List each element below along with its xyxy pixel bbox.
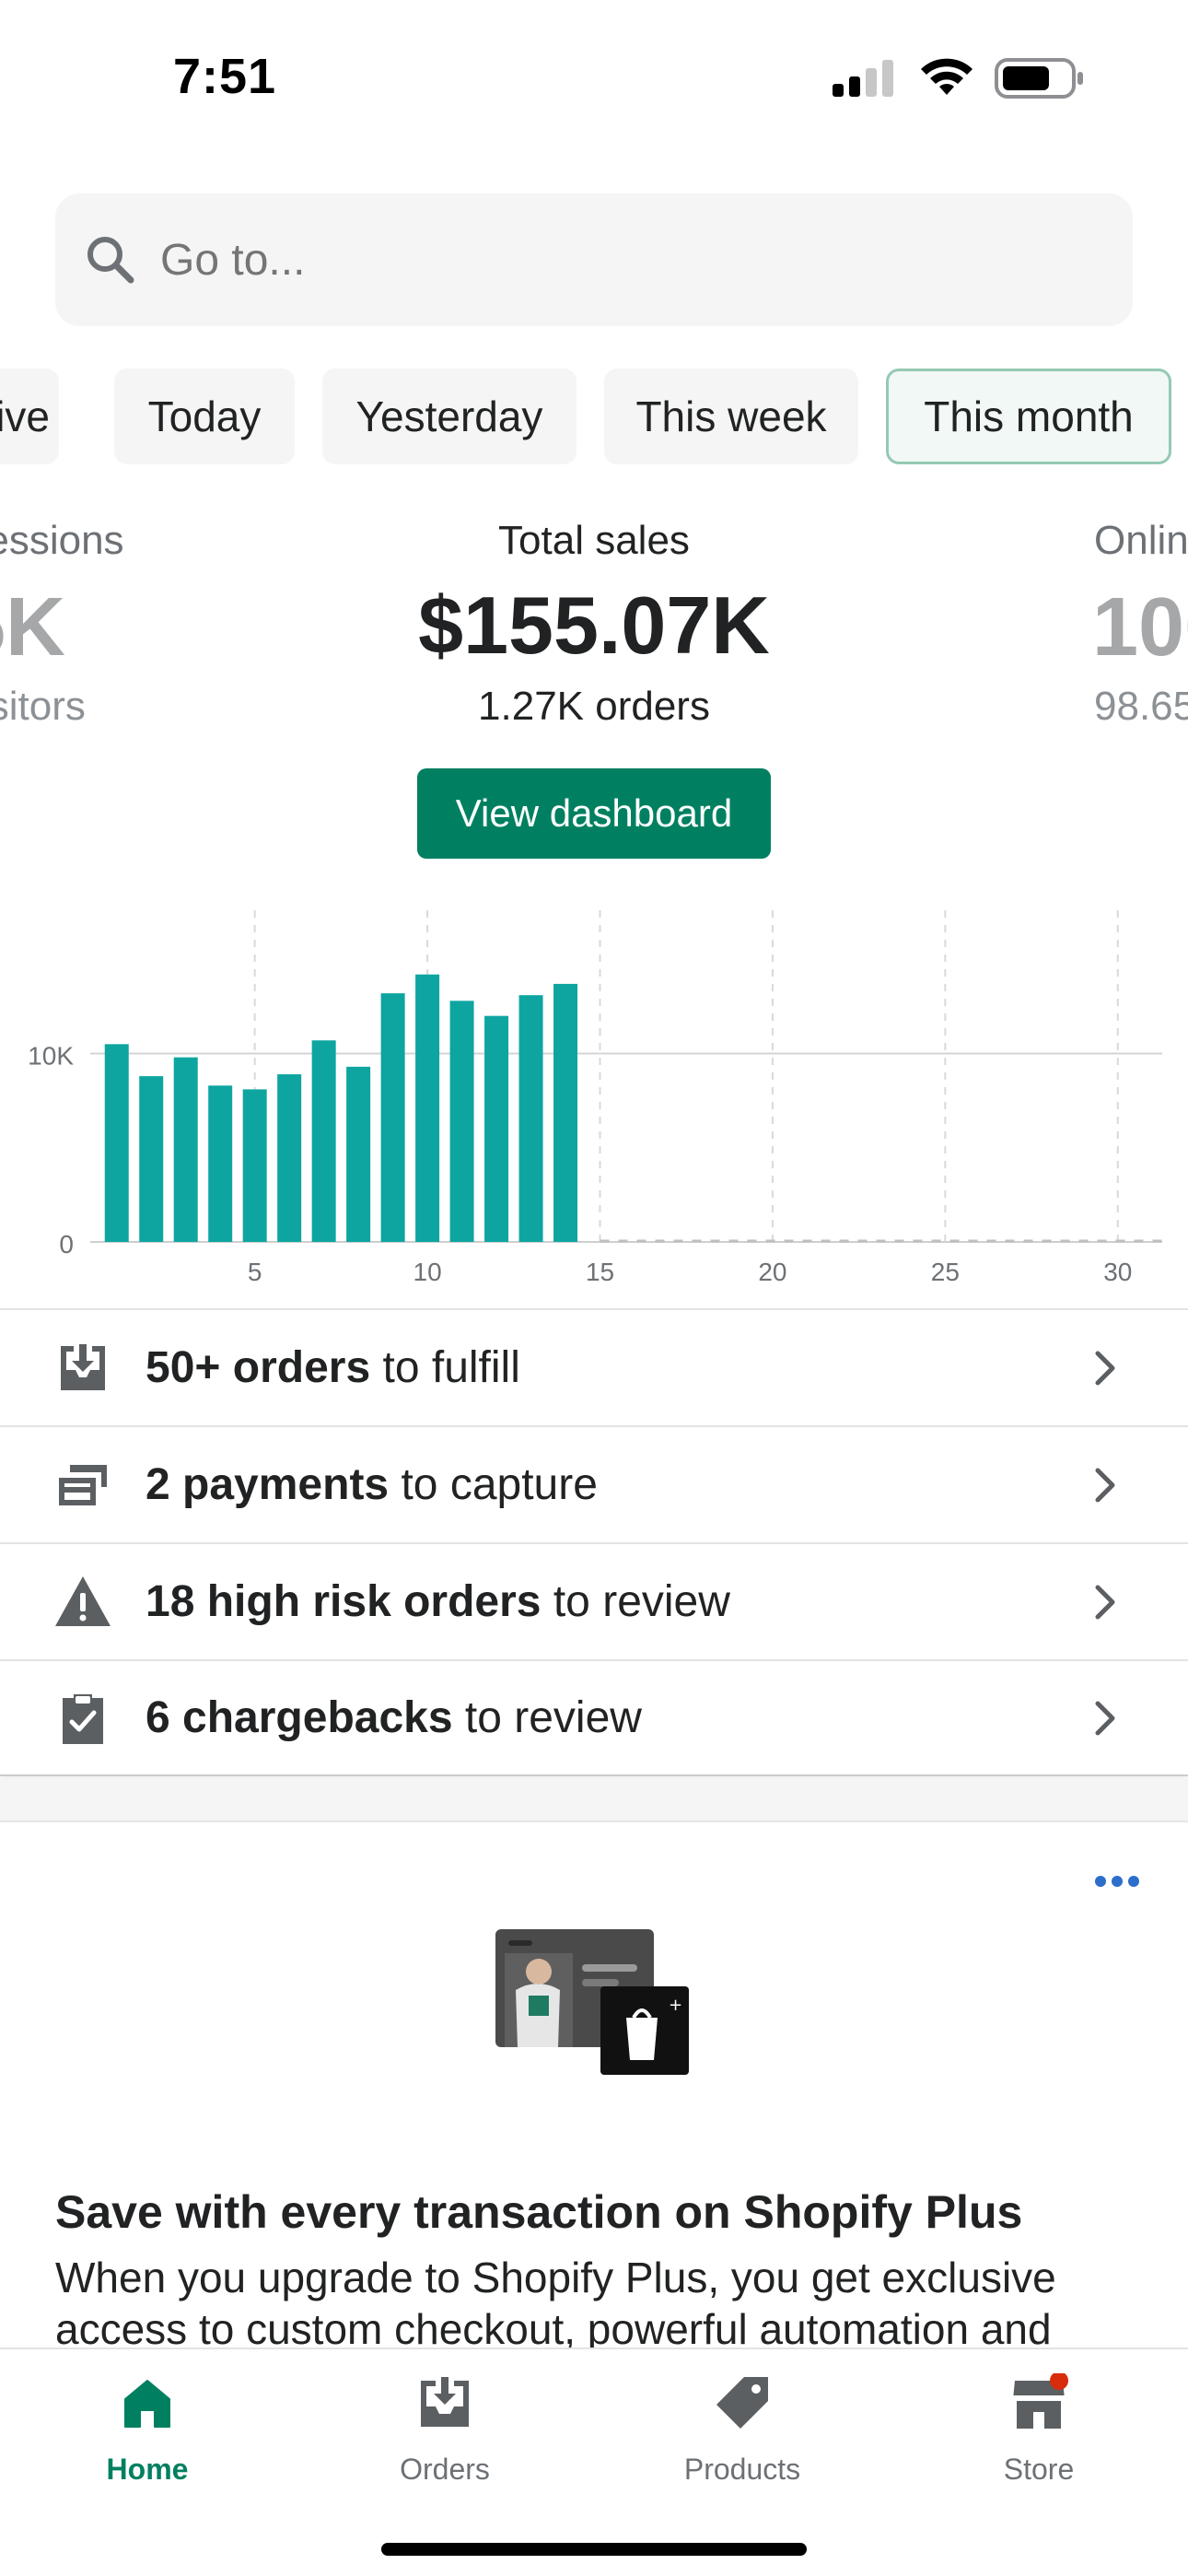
- y-tick-label: 0: [59, 1230, 74, 1259]
- clipboard-check-icon: [63, 1693, 103, 1744]
- online-value: 100: [1092, 581, 1188, 673]
- chart-bar: [277, 1074, 302, 1242]
- chart-bar: [449, 1001, 474, 1242]
- chart-bar: [380, 993, 405, 1242]
- nav-home[interactable]: Home: [37, 2373, 258, 2487]
- x-tick-label: 15: [586, 1258, 614, 1286]
- home-indicator: [381, 2543, 807, 2556]
- wifi-icon: [921, 58, 973, 95]
- task-orders-to-fulfill[interactable]: 50+ orders to fulfill: [0, 1308, 1188, 1425]
- search-bar[interactable]: [55, 193, 1133, 326]
- chip-this-month[interactable]: This month: [886, 369, 1171, 464]
- chart-bar: [139, 1076, 164, 1242]
- x-tick-label: 10: [413, 1258, 442, 1286]
- online-label: Online: [1094, 518, 1188, 563]
- chart-bar: [484, 1015, 509, 1242]
- total-orders: 1.27K orders: [478, 684, 710, 729]
- cellular-signal-icon: [833, 60, 893, 97]
- task-chargebacks[interactable]: 6 chargebacks to review: [0, 1659, 1188, 1776]
- chart-bar: [242, 1089, 267, 1242]
- battery-icon: [995, 58, 1083, 99]
- section-divider: [0, 1778, 1188, 1822]
- status-bar: 7:51: [0, 0, 1188, 157]
- chip-live[interactable]: Live: [0, 369, 59, 464]
- total-sales-label: Total sales: [498, 518, 690, 563]
- promo-title: Save with every transaction on Shopify P…: [55, 2186, 1023, 2238]
- chart-bar: [415, 974, 440, 1242]
- y-tick-label: 10K: [28, 1042, 74, 1071]
- card-stack-icon: [59, 1464, 107, 1505]
- task-list: 50+ orders to fulfill 2 payments to capt…: [0, 1308, 1188, 1776]
- chevron-right-icon: [1095, 1585, 1115, 1619]
- chart-bar: [311, 1040, 336, 1242]
- home-icon: [124, 2380, 170, 2428]
- search-icon: [87, 237, 134, 284]
- orders-icon: [421, 2377, 469, 2427]
- x-tick-label: 20: [758, 1258, 786, 1286]
- total-sales-value: $155.07K: [418, 580, 770, 671]
- x-tick-label: 5: [248, 1258, 262, 1286]
- more-options-icon[interactable]: [1092, 1865, 1142, 1898]
- x-tick-label: 30: [1103, 1258, 1132, 1286]
- chart-bar: [173, 1057, 198, 1242]
- sales-chart: 0 10K 5 10 15 20 25 30: [28, 910, 1162, 1286]
- inbox-download-icon: [61, 1343, 105, 1390]
- chart-bar: [104, 1044, 129, 1242]
- chart-bar: [553, 983, 578, 1242]
- task-text: 18 high risk orders to review: [146, 1577, 730, 1626]
- chevron-right-icon: [1095, 1351, 1115, 1385]
- chart-bar: [346, 1066, 371, 1242]
- promo-body: When you upgrade to Shopify Plus, you ge…: [55, 2254, 1056, 2349]
- chip-today[interactable]: Today: [114, 369, 295, 464]
- shopify-plus-illustration: +: [495, 1929, 689, 2075]
- chart-bar: [518, 995, 543, 1242]
- nav-orders[interactable]: Orders: [334, 2373, 555, 2487]
- chart-bar: [208, 1085, 233, 1242]
- task-text: 50+ orders to fulfill: [146, 1343, 520, 1392]
- search-input[interactable]: [160, 234, 989, 286]
- task-payments-to-capture[interactable]: 2 payments to capture: [0, 1425, 1188, 1542]
- warning-icon: [55, 1575, 111, 1626]
- online-sub: 98.65: [1094, 684, 1188, 729]
- x-tick-label: 25: [931, 1258, 960, 1286]
- nav-products[interactable]: Products: [632, 2373, 853, 2487]
- chevron-right-icon: [1095, 1468, 1115, 1502]
- status-time: 7:51: [173, 49, 277, 104]
- task-text: 6 chargebacks to review: [146, 1693, 642, 1742]
- store-icon: [1013, 2373, 1068, 2429]
- period-selector: Live Today Yesterday This week This mont…: [0, 369, 1188, 466]
- svg-text:+: +: [669, 1996, 682, 2015]
- task-high-risk-orders[interactable]: 18 high risk orders to review: [0, 1542, 1188, 1659]
- bottom-navigation: Home Orders Products Store: [0, 2348, 1188, 2576]
- view-dashboard-button[interactable]: View dashboard: [417, 768, 771, 859]
- chip-this-week[interactable]: This week: [604, 369, 858, 464]
- chevron-right-icon: [1095, 1701, 1115, 1735]
- tag-icon: [716, 2377, 768, 2429]
- nav-store[interactable]: Store: [928, 2373, 1149, 2487]
- task-text: 2 payments to capture: [146, 1460, 598, 1509]
- status-icons: [831, 57, 1085, 100]
- chip-yesterday[interactable]: Yesterday: [322, 369, 577, 464]
